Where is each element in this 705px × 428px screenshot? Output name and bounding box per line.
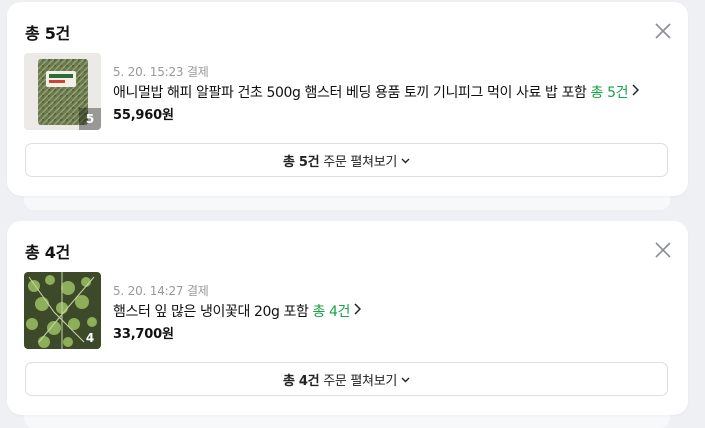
expand-label: 주문 펼쳐보기 — [323, 373, 398, 389]
expand-orders-button[interactable]: 총 5건 주문 펼쳐보기 — [25, 143, 668, 177]
order-card: 총 4건 4 5. 20. 14:27 결제 햄스터 잎 많은 냉이꽃대 20g… — [7, 221, 688, 415]
order-card-title: 총 5건 — [25, 24, 70, 43]
product-name: 햄스터 잎 많은 냉이꽃대 20g 포함 — [113, 304, 309, 320]
stacked-card-edge — [24, 196, 670, 210]
expand-label: 주문 펼쳐보기 — [323, 154, 398, 170]
order-price: 33,700원 — [113, 327, 174, 342]
order-card: 총 5건 5 5. 20. 15:23 결제 애니멀밥 해피 알팔파 건초 50… — [7, 2, 688, 196]
thumbnail-count-badge: 4 — [85, 331, 95, 345]
chevron-right-icon — [353, 303, 362, 319]
close-icon — [655, 23, 671, 39]
expand-total: 총 5건 — [282, 154, 320, 170]
expand-total: 총 4건 — [282, 373, 320, 389]
product-link[interactable]: 햄스터 잎 많은 냉이꽃대 20g 포함 총 4건 — [113, 301, 362, 321]
close-icon — [655, 242, 671, 258]
chevron-down-icon — [401, 372, 410, 387]
stacked-card-edge — [24, 414, 670, 428]
included-count: 총 5건 — [590, 85, 629, 101]
included-count: 총 4건 — [312, 304, 351, 320]
product-thumbnail[interactable]: 4 — [24, 272, 101, 349]
chevron-down-icon — [401, 153, 410, 168]
product-name: 애니멀밥 해피 알팔파 건초 500g 햄스터 베딩 용품 토끼 기니피그 먹이… — [113, 85, 587, 101]
product-thumbnail[interactable]: 5 — [24, 53, 101, 130]
order-date: 5. 20. 15:23 결제 — [113, 65, 209, 79]
order-card-title: 총 4건 — [25, 243, 70, 262]
order-date: 5. 20. 14:27 결제 — [113, 284, 209, 298]
order-price: 55,960원 — [113, 108, 174, 123]
thumbnail-count-badge: 5 — [79, 108, 101, 130]
close-button[interactable] — [654, 241, 672, 259]
expand-orders-button[interactable]: 총 4건 주문 펼쳐보기 — [25, 362, 668, 396]
product-link[interactable]: 애니멀밥 해피 알팔파 건초 500g 햄스터 베딩 용품 토끼 기니피그 먹이… — [113, 82, 640, 102]
chevron-right-icon — [631, 84, 640, 100]
close-button[interactable] — [654, 22, 672, 40]
